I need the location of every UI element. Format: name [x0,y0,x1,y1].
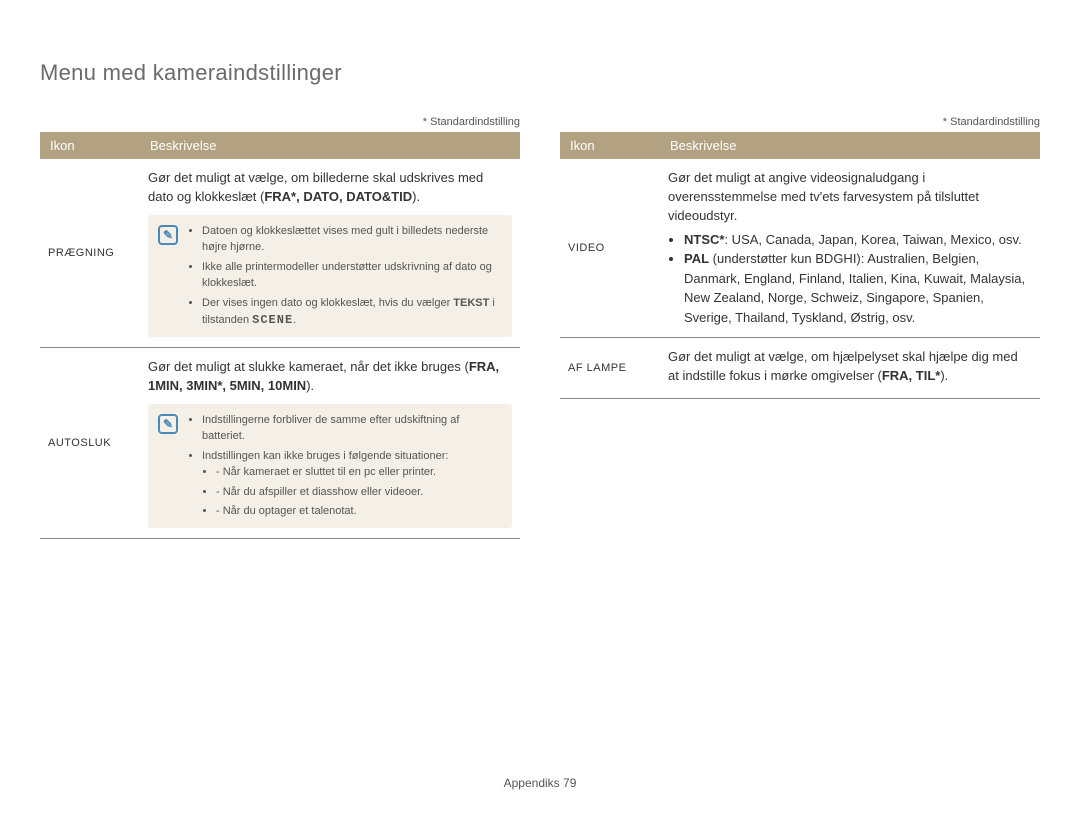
desc-pre: Gør det muligt at slukke kameraet, når d… [148,359,469,374]
setting-desc: Gør det muligt at angive videosignaludga… [660,159,1040,338]
setting-icon-label: VIDEO [560,159,660,338]
note-subitem: Når du afspiller et diasshow eller video… [216,484,502,501]
desc-pre: Gør det muligt at vælge, om hjælpelyset … [668,349,1018,383]
table-row: VIDEO Gør det muligt at angive videosign… [560,159,1040,338]
desc-options: FRA*, DATO, DATO&TID [264,189,412,204]
desc-text: Gør det muligt at vælge, om hjælpelyset … [668,348,1032,386]
desc-post: ). [306,378,314,393]
footer-label: Appendiks [504,776,560,790]
ntsc-text: : USA, Canada, Japan, Korea, Taiwan, Mex… [724,232,1021,247]
setting-icon-label: AF LAMPE [560,338,660,399]
table-row: AUTOSLUK Gør det muligt at slukke kamera… [40,348,520,539]
left-column: * Standardindstilling Ikon Beskrivelse P… [40,116,520,539]
document-page: Menu med kameraindstillinger * Standardi… [0,0,1080,815]
note-box: ✎ Indstillingerne forbliver de samme eft… [148,404,512,528]
th-desc: Beskrivelse [660,132,1040,159]
setting-desc: Gør det muligt at vælge, om hjælpelyset … [660,338,1040,399]
note-sublist: Når kameraet er sluttet til en pc eller … [202,464,502,520]
page-footer: Appendiks 79 [0,776,1080,790]
setting-icon-label: PRÆGNING [40,159,140,348]
th-desc: Beskrivelse [140,132,520,159]
note-bold: TEKST [453,297,489,309]
list-item: NTSC*: USA, Canada, Japan, Korea, Taiwan… [684,230,1032,250]
note-subitem: Når kameraet er sluttet til en pc eller … [216,464,502,481]
right-column: * Standardindstilling Ikon Beskrivelse V… [560,116,1040,539]
setting-desc: Gør det muligt at slukke kameraet, når d… [140,348,520,539]
note-text: Der vises ingen dato og klokkeslæt, hvis… [202,297,453,309]
note-item: Indstillingerne forbliver de samme efter… [202,412,502,445]
desc-text: Gør det muligt at vælge, om billederne s… [148,169,512,207]
desc-post: ). [940,368,948,383]
note-subitem: Når du optager et talenotat. [216,503,502,520]
default-note: * Standardindstilling [560,116,1040,128]
desc-post: ). [412,189,420,204]
note-text: Indstillingen kan ikke bruges i følgende… [202,450,448,462]
setting-icon-label: AUTOSLUK [40,348,140,539]
note-list: Datoen og klokkeslættet vises med gult i… [188,223,502,330]
note-scene: SCENE [252,313,293,327]
settings-table-left: Ikon Beskrivelse PRÆGNING Gør det muligt… [40,132,520,539]
setting-desc: Gør det muligt at vælge, om billederne s… [140,159,520,348]
pal-paren: (understøtter kun BDGHI) [709,251,861,266]
note-item: Indstillingen kan ikke bruges i følgende… [202,448,502,520]
table-row: AF LAMPE Gør det muligt at vælge, om hjæ… [560,338,1040,399]
desc-text: Gør det muligt at angive videosignaludga… [668,169,1032,226]
th-icon: Ikon [40,132,140,159]
ntsc-label: NTSC* [684,232,724,247]
th-icon: Ikon [560,132,660,159]
video-list: NTSC*: USA, Canada, Japan, Korea, Taiwan… [668,230,1032,328]
note-item: Ikke alle printermodeller understøtter u… [202,259,502,292]
page-title: Menu med kameraindstillinger [40,60,1040,86]
note-icon: ✎ [158,225,178,245]
footer-page: 79 [563,776,576,790]
note-box: ✎ Datoen og klokkeslættet vises med gult… [148,215,512,338]
note-list: Indstillingerne forbliver de samme efter… [188,412,502,520]
desc-text: Gør det muligt at slukke kameraet, når d… [148,358,512,396]
note-icon: ✎ [158,414,178,434]
default-note: * Standardindstilling [40,116,520,128]
desc-options: FRA, TIL* [882,368,941,383]
list-item: PAL (understøtter kun BDGHI): Australien… [684,249,1032,327]
note-item: Datoen og klokkeslættet vises med gult i… [202,223,502,256]
table-row: PRÆGNING Gør det muligt at vælge, om bil… [40,159,520,348]
settings-table-right: Ikon Beskrivelse VIDEO Gør det muligt at… [560,132,1040,399]
note-text: . [293,314,296,326]
note-item: Der vises ingen dato og klokkeslæt, hvis… [202,295,502,330]
columns: * Standardindstilling Ikon Beskrivelse P… [40,116,1040,539]
pal-label: PAL [684,251,709,266]
